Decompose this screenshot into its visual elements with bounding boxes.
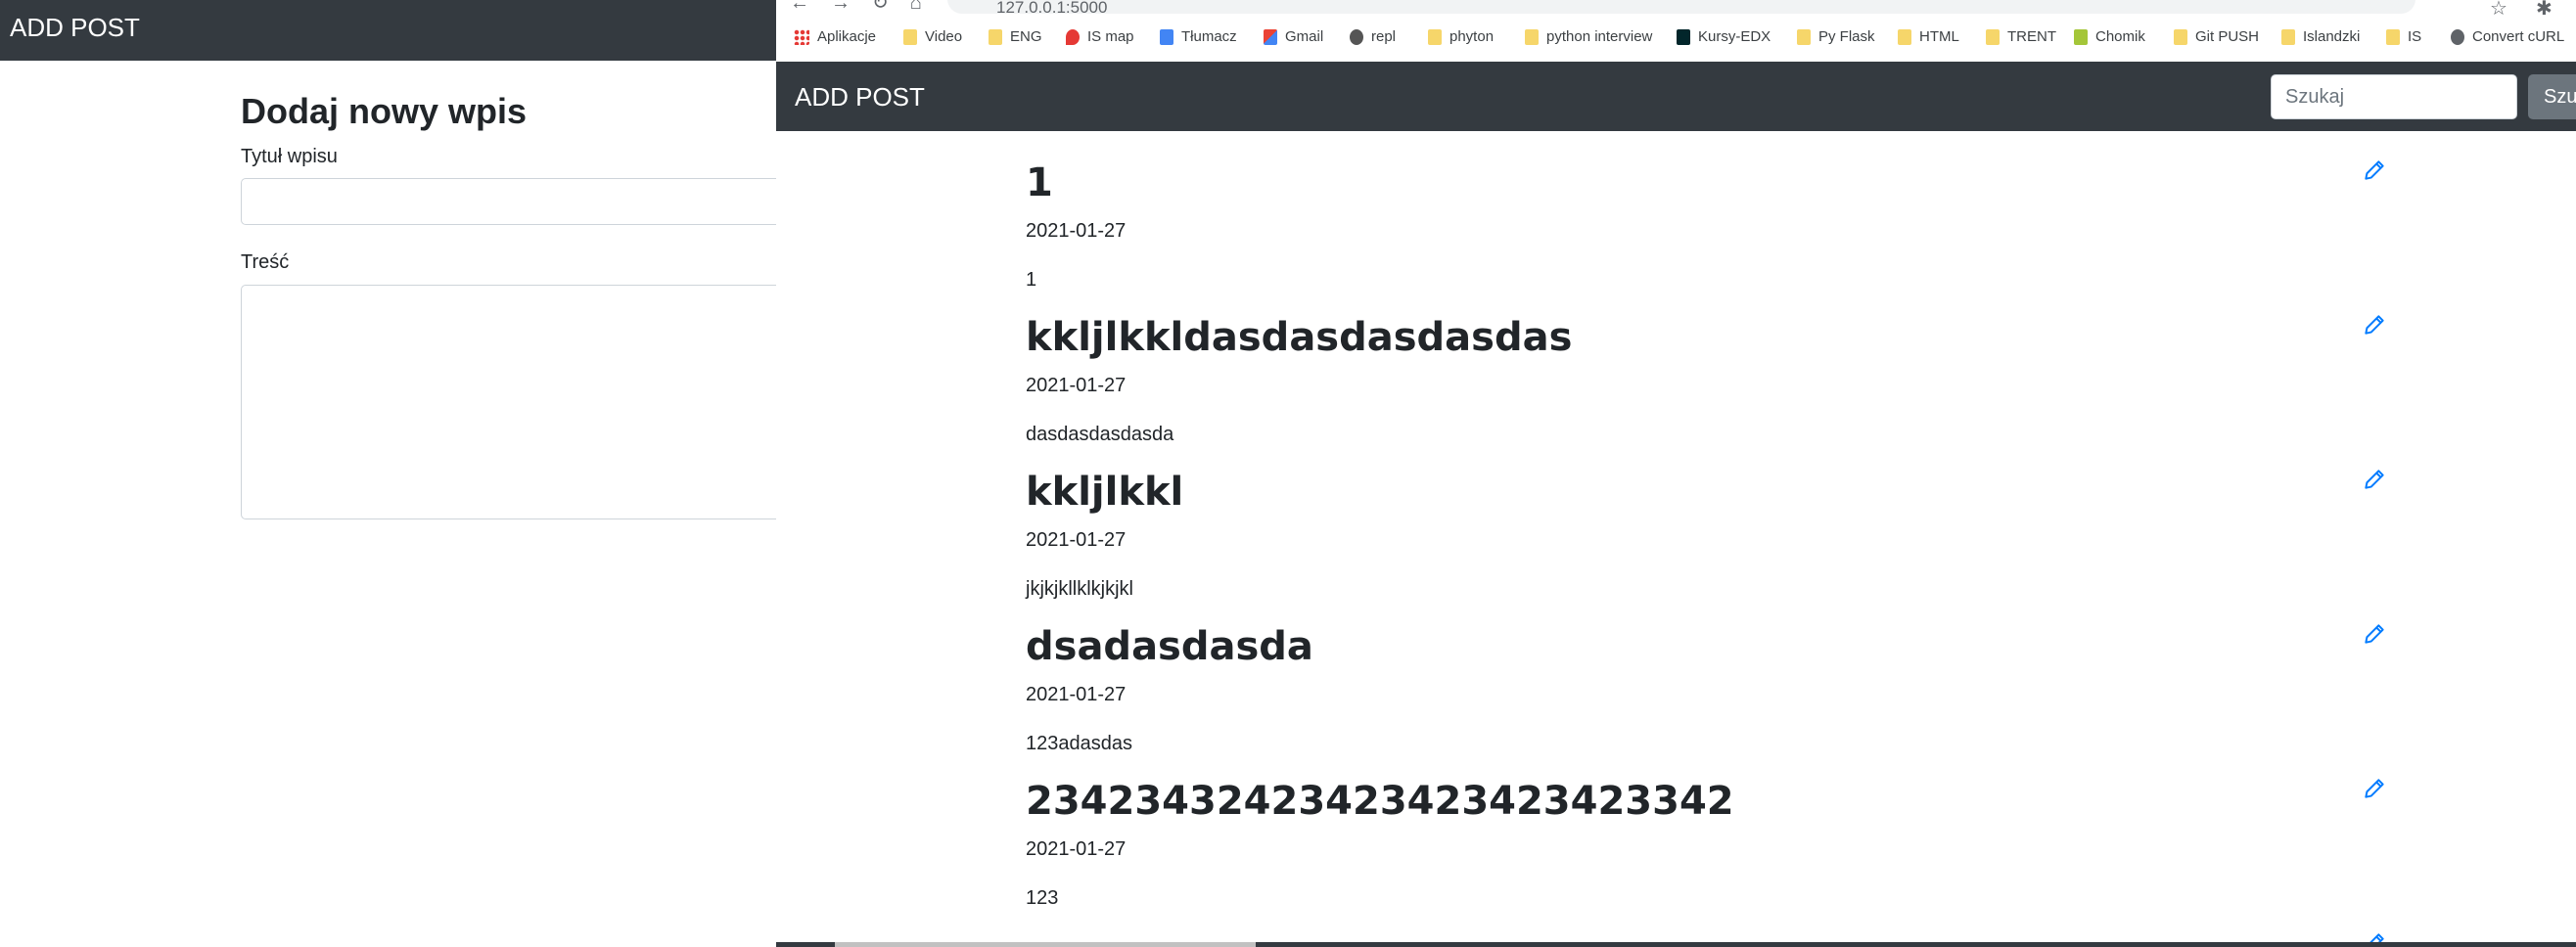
edit-pencil-icon[interactable] [2362, 467, 2387, 492]
title-label: Tytuł wpisu [241, 146, 338, 167]
left-navbar: ADD POST [0, 0, 778, 61]
bookmark-video[interactable]: Video [903, 28, 962, 45]
edit-pencil-icon[interactable] [2362, 621, 2387, 647]
search-button[interactable]: Szu [2528, 74, 2576, 119]
folder-icon [1428, 28, 1442, 45]
site-navbar: ADD POST Szu [776, 62, 2576, 131]
chomik-icon [2074, 28, 2088, 45]
bookmark-chomik[interactable]: Chomik [2074, 28, 2145, 45]
search-input[interactable] [2271, 74, 2517, 119]
maps-icon [1066, 28, 1080, 45]
browser-toolbar: ← → ↻ ⌂ 127.0.0.1:5000 ☆ ✱ [776, 0, 2576, 20]
gmail-icon [1264, 28, 1277, 45]
repl-icon [1350, 28, 1363, 45]
edit-pencil-icon[interactable] [2362, 312, 2387, 338]
globe-icon [2451, 28, 2464, 45]
post-body: dasdasdasdasda [1026, 424, 1174, 445]
post-item: dsadasdasda 2021-01-27 123adasdas [1026, 623, 2200, 754]
post-date: 2021-01-27 [1026, 838, 1127, 860]
post-item: kkljlkkl 2021-01-27 jkjkjkllklkjkjkl [1026, 469, 2200, 600]
post-title[interactable]: kkljlkkldasdasdasdasdas [1026, 314, 2200, 361]
post-body: jkjkjkllklkjkjkl [1026, 578, 1133, 600]
extensions-icon[interactable]: ✱ [2536, 0, 2553, 21]
nav-buttons: ← → ↻ ⌂ [790, 0, 943, 15]
post-date: 2021-01-27 [1026, 529, 1127, 551]
post-title[interactable]: dsadasdasda [1026, 623, 2200, 670]
folder-icon [989, 28, 1002, 45]
content-textarea[interactable] [241, 285, 789, 519]
scrollbar-thumb[interactable] [835, 942, 1256, 947]
bookmark-convert-curl[interactable]: Convert cURL [2451, 28, 2564, 45]
page-title: Dodaj nowy wpis [241, 91, 528, 131]
post-date: 2021-01-27 [1026, 684, 1127, 705]
bookmark-trent[interactable]: TRENT [1986, 28, 2056, 45]
edit-pencil-icon[interactable] [2362, 776, 2387, 801]
bookmark-python-interview[interactable]: python interview [1525, 28, 1652, 45]
navbar-brand[interactable]: ADD POST [795, 81, 925, 113]
folder-icon [1797, 28, 1811, 45]
title-input[interactable] [241, 178, 789, 225]
folder-icon [1525, 28, 1539, 45]
bookmark-phyton[interactable]: phyton [1428, 28, 1494, 45]
home-icon[interactable]: ⌂ [910, 0, 922, 15]
bookmark-tlumacz[interactable]: Tłumacz [1160, 28, 1237, 45]
bookmark-is[interactable]: IS [2386, 28, 2421, 45]
bookmark-eng[interactable]: ENG [989, 28, 1042, 45]
folder-icon [903, 28, 917, 45]
content-label: Treść [241, 251, 290, 273]
post-item: 23423432423423423423423342 2021-01-27 12… [1026, 778, 2200, 909]
bookmark-kursy-edx[interactable]: Kursy-EDX [1677, 28, 1771, 45]
address-bar[interactable]: 127.0.0.1:5000 [947, 0, 2415, 17]
folder-icon [1898, 28, 1911, 45]
edit-pencil-icon[interactable] [2362, 158, 2387, 183]
bookmark-apps[interactable]: Aplikacje [794, 28, 876, 45]
left-window: ADD POST Dodaj nowy wpis Tytuł wpisu Tre… [0, 0, 789, 947]
left-navbar-brand[interactable]: ADD POST [10, 12, 140, 43]
reload-icon[interactable]: ↻ [872, 0, 889, 15]
folder-icon [2386, 28, 2400, 45]
edx-icon [1677, 28, 1690, 45]
bookmark-html[interactable]: HTML [1898, 28, 1959, 45]
post-body: 123adasdas [1026, 733, 1132, 754]
bookmark-py-flask[interactable]: Py Flask [1797, 28, 1875, 45]
bookmark-islandzki[interactable]: Islandzki [2281, 28, 2360, 45]
bookmark-gmail[interactable]: Gmail [1264, 28, 1323, 45]
forward-icon[interactable]: → [831, 0, 851, 15]
bookmark-star-icon[interactable]: ☆ [2490, 0, 2507, 21]
translate-icon [1160, 28, 1173, 45]
horizontal-scrollbar[interactable] [776, 942, 2576, 947]
post-title[interactable]: 23423432423423423423423342 [1026, 778, 2200, 825]
apps-grid-icon [794, 28, 809, 45]
post-item: kkljlkkldasdasdasdasdas 2021-01-27 dasda… [1026, 314, 2200, 445]
post-date: 2021-01-27 [1026, 375, 1127, 396]
back-icon[interactable]: ← [790, 0, 809, 15]
folder-icon [2281, 28, 2295, 45]
post-item: 1 2021-01-27 1 [1026, 159, 2200, 291]
browser-window: ← → ↻ ⌂ 127.0.0.1:5000 ☆ ✱ Aplikacje Video … [776, 0, 2576, 947]
folder-icon [2174, 28, 2187, 45]
folder-icon [1986, 28, 2000, 45]
bookmark-git-push[interactable]: Git PUSH [2174, 28, 2259, 45]
bookmarks-bar: Aplikacje Video ENG IS map Tłumacz Gmail… [776, 23, 2576, 53]
bookmark-is-map[interactable]: IS map [1066, 28, 1134, 45]
bookmark-repl[interactable]: repl [1350, 28, 1396, 45]
post-body: 123 [1026, 887, 1059, 909]
post-body: 1 [1026, 269, 1037, 291]
post-title[interactable]: kkljlkkl [1026, 469, 2200, 516]
post-title[interactable]: 1 [1026, 159, 2200, 206]
address-url[interactable]: 127.0.0.1:5000 [996, 0, 1107, 18]
post-date: 2021-01-27 [1026, 220, 1127, 242]
